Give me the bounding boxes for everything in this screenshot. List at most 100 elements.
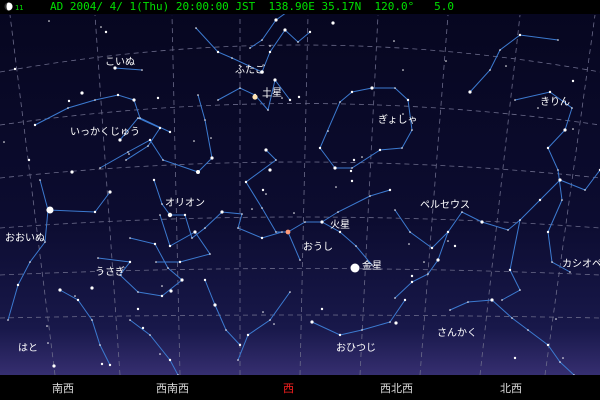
star — [116, 93, 120, 97]
direction-wnw[interactable]: 西北西 — [380, 380, 413, 396]
star — [48, 20, 50, 22]
constellation-label-gyosha[interactable]: ぎょしゃ — [378, 115, 418, 127]
star — [244, 180, 248, 184]
star — [557, 169, 559, 171]
direction-north-west[interactable]: 北西 — [500, 380, 522, 396]
star — [160, 294, 164, 298]
star — [210, 137, 212, 139]
star — [369, 195, 371, 197]
star — [514, 99, 516, 101]
star — [297, 95, 301, 99]
star — [261, 39, 263, 41]
star — [490, 298, 494, 302]
star — [403, 298, 407, 302]
star — [563, 128, 567, 132]
constellation-label-ohitsuji[interactable]: おひつじ — [336, 343, 376, 355]
star — [91, 319, 93, 321]
star — [393, 40, 395, 42]
star — [559, 361, 561, 363]
planet-label-saturn[interactable]: 土星 — [262, 88, 282, 100]
planet-label-mars[interactable]: 火星 — [330, 220, 350, 232]
constellation-label-futago[interactable]: ふたご — [235, 65, 265, 77]
star — [333, 166, 337, 170]
star — [480, 220, 484, 224]
star — [128, 153, 130, 155]
star — [67, 107, 69, 109]
star — [389, 321, 391, 323]
constellation-label-cassiopeia[interactable]: カシオペ — [562, 259, 600, 271]
star — [238, 343, 242, 347]
star — [141, 326, 145, 330]
star — [241, 213, 243, 215]
constellation-label-ooinu[interactable]: おおいぬ — [5, 233, 45, 245]
star — [3, 141, 5, 143]
star — [467, 301, 469, 303]
constellation-label-kirin[interactable]: きりん — [540, 97, 570, 109]
star — [546, 146, 550, 150]
star — [262, 311, 264, 313]
star — [249, 47, 251, 49]
planet-label-venus[interactable]: 金星 — [362, 261, 382, 273]
star — [436, 258, 440, 262]
star — [158, 126, 162, 130]
star — [537, 107, 539, 109]
star — [394, 209, 396, 211]
star — [519, 289, 521, 291]
star — [401, 147, 403, 149]
star — [127, 151, 129, 153]
star — [216, 50, 220, 54]
star — [304, 221, 306, 223]
star — [320, 307, 324, 311]
star — [268, 50, 272, 54]
star — [546, 230, 550, 234]
star — [551, 261, 553, 263]
star — [394, 87, 396, 89]
star — [430, 246, 434, 250]
star — [168, 244, 172, 248]
constellation-label-ikkakujuu[interactable]: いっかくじゅう — [70, 127, 140, 139]
constellation-label-perseus[interactable]: ペルセウス — [420, 200, 470, 212]
star — [137, 291, 139, 293]
direction-wsw[interactable]: 西南西 — [156, 380, 189, 396]
star — [335, 186, 337, 188]
constellation-label-sankaku[interactable]: さんかく — [437, 328, 477, 340]
sky-chart[interactable] — [0, 0, 600, 400]
star — [237, 227, 239, 229]
compass-bar: 南西 西南西 西 西北西 北西 — [0, 375, 600, 400]
star — [100, 26, 102, 28]
star — [128, 260, 132, 264]
constellation-label-hato[interactable]: はと — [18, 343, 38, 355]
star — [90, 286, 94, 290]
star — [557, 39, 559, 41]
constellation-label-ousi[interactable]: おうし — [303, 242, 333, 254]
star — [251, 208, 253, 210]
star — [80, 91, 84, 95]
star — [410, 274, 414, 278]
star — [275, 231, 277, 233]
star — [7, 319, 9, 321]
star — [70, 170, 74, 174]
star — [489, 69, 491, 71]
star — [94, 99, 96, 101]
saturn-marker — [252, 94, 258, 100]
star — [217, 99, 219, 101]
constellation-label-orion[interactable]: オリオン — [165, 198, 205, 210]
direction-west[interactable]: 西 — [283, 380, 294, 396]
star — [195, 27, 197, 29]
constellation-label-usagi[interactable]: うさぎ — [95, 267, 125, 279]
bright-star — [167, 212, 173, 218]
star — [351, 167, 353, 169]
constellation-label-koinu[interactable]: こいぬ — [105, 57, 135, 69]
star — [52, 364, 56, 368]
star — [518, 33, 522, 37]
star — [268, 168, 272, 172]
star — [139, 117, 141, 119]
star — [148, 138, 152, 142]
direction-south-west[interactable]: 南西 — [52, 380, 74, 396]
star — [361, 329, 363, 331]
star — [331, 21, 335, 25]
star — [352, 158, 356, 162]
star — [562, 357, 564, 359]
star — [513, 356, 517, 360]
star — [99, 167, 101, 169]
